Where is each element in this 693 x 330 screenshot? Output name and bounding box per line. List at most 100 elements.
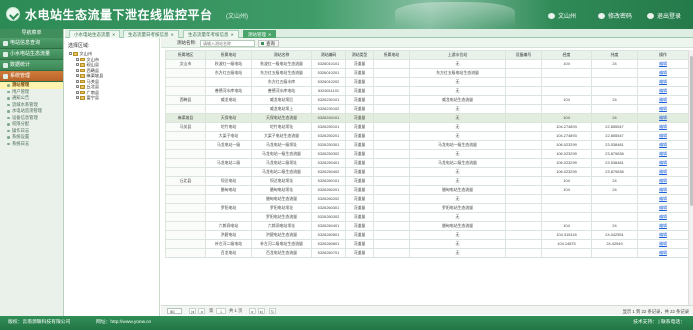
edit-link[interactable]: 编辑 xyxy=(637,149,689,159)
table-cell: 104 xyxy=(541,95,592,105)
table-row[interactable]: 腊甸电站 腊甸电站坝址 5326260201 河道量 腊甸电站生态流量 104 24 编辑 xyxy=(165,185,689,195)
user-icon xyxy=(548,13,555,19)
page-number-input[interactable]: 1 xyxy=(216,307,226,314)
edit-link[interactable]: 编辑 xyxy=(637,167,689,177)
search-button[interactable]: 查询 xyxy=(258,39,279,47)
edit-link[interactable]: 编辑 xyxy=(637,131,689,141)
next-page-button[interactable]: ▸ xyxy=(249,307,256,314)
table-row[interactable]: 西畴县 威龙电站 威龙电站坝后 5326230101 河道量 威龙电站生态流量 104 24 编… xyxy=(165,95,689,105)
tab-station-manage[interactable]: 测站管理 ✕ xyxy=(243,30,277,38)
sidebar-item-system-log[interactable]: 系统日志 xyxy=(0,141,63,148)
user-link[interactable]: 文山州 xyxy=(548,11,576,20)
sidebar-heading: 导航菜单 xyxy=(0,29,63,38)
edit-link[interactable]: 编辑 xyxy=(637,248,689,258)
refresh-button[interactable]: ↻ xyxy=(269,307,276,314)
edit-link[interactable]: 编辑 xyxy=(637,59,689,69)
table-cell: 河道量 xyxy=(345,176,374,186)
table-row[interactable]: 六郎洞电站 六郎洞电站坝址 5326260401 河道量 腊甸电站生态流量 104 24 编辑 xyxy=(165,221,689,231)
expand-icon[interactable]: + xyxy=(76,63,79,67)
table-row[interactable]: 麻栗坡县 天保电站 天保电站生态流量 5326240101 河道量 无 104 24 编辑 xyxy=(165,113,689,123)
folder-icon xyxy=(80,79,85,83)
table-row[interactable]: 马关县 坨竹电站 坨竹电站坝址 5326250101 河道量 无 104.274893 22.… xyxy=(165,122,689,132)
table-row[interactable]: 文山市 秋波红一级电站 秋波红一级电站生态流量 5326010101 河道量 无 104 24… xyxy=(165,59,689,69)
edit-link[interactable]: 编辑 xyxy=(637,86,689,96)
logout-link[interactable]: 退出登录 xyxy=(647,11,681,20)
close-icon[interactable]: ✕ xyxy=(268,32,271,37)
table-row[interactable]: 丘北县 坝达电站 坝达电站坝址 5326260101 河道量 无 104 24 编辑 xyxy=(165,176,689,186)
table-cell: 腊甸电站坝址 xyxy=(251,185,312,195)
table-row[interactable]: 东方红五级电站 东方红五级电站生态流量 5326010201 河道量 东方红五级电站生态… xyxy=(165,68,689,78)
tab-annual-assessment[interactable]: 生态流量年考核信息 ✕ xyxy=(183,30,239,38)
table-row[interactable]: 洪碧电站 洪碧电站生态流量 5326260501 河道量 无 104.315118 24.0… xyxy=(165,230,689,240)
change-password-link[interactable]: 修改密码 xyxy=(598,11,632,20)
sidebar-section-eco-flow[interactable]: 小水电站生态流量 xyxy=(0,49,63,60)
page-size-select[interactable]: 50 xyxy=(167,307,182,314)
tab-eco-flow[interactable]: 小水电站生态流量 ✕ xyxy=(69,30,121,38)
edit-link[interactable]: 编辑 xyxy=(637,203,689,213)
last-page-button[interactable]: ▸| xyxy=(258,307,265,314)
edit-link[interactable]: 编辑 xyxy=(637,122,689,132)
station-name-input[interactable] xyxy=(200,39,255,47)
edit-link[interactable]: 编辑 xyxy=(637,212,689,222)
table-row[interactable]: 罗阳电站 罗阳电站坝址 5326260301 河道量 罗阳电站生态流量 编辑 xyxy=(165,203,689,213)
table-row[interactable]: 马龙电站一级 马龙电站一级坝址 5326250301 河道量 马龙电站一级生态流量 106… xyxy=(165,140,689,150)
edit-link[interactable]: 编辑 xyxy=(637,239,689,249)
expand-icon[interactable]: + xyxy=(76,68,79,72)
table-row[interactable]: 百龙电站 百龙电站生态流量 5326260701 河道量 无 编辑 xyxy=(165,248,689,258)
sidebar-section-statistics[interactable]: 数据统计 xyxy=(0,60,63,71)
expand-icon[interactable]: + xyxy=(76,57,79,61)
edit-link[interactable]: 编辑 xyxy=(637,104,689,114)
table-row[interactable]: 大梁子电站 大梁子电站生态流量 5326250201 河道量 无 104.274893 22… xyxy=(165,131,689,141)
sidebar-section-system[interactable]: 系统管理 xyxy=(0,71,63,82)
expand-icon[interactable]: + xyxy=(76,79,79,83)
table-cell xyxy=(505,248,542,258)
table-row[interactable]: 东方红五级水库 5326010202 河道量 无 编辑 xyxy=(165,77,689,87)
edit-link[interactable]: 编辑 xyxy=(637,68,689,78)
table-cell xyxy=(373,113,410,123)
table-cell xyxy=(373,122,410,132)
table-cell: 罗阳电站坝址 xyxy=(251,203,312,213)
edit-link[interactable]: 编辑 xyxy=(637,95,689,105)
table-row[interactable]: 马龙电站一级生态流量 5326250302 河道量 无 106.023299 23.879… xyxy=(165,149,689,159)
table-cell: 5326260101 xyxy=(311,176,346,186)
table-cell: 5326250402 xyxy=(311,167,346,177)
table-row[interactable]: 威龙电站坝上 5326230102 河道量 无 编辑 xyxy=(165,104,689,114)
edit-link[interactable]: 编辑 xyxy=(637,230,689,240)
edit-link[interactable]: 编辑 xyxy=(637,77,689,87)
table-row[interactable]: 腊甸电站生态流量 5326260202 河道量 无 编辑 xyxy=(165,194,689,204)
table-row[interactable]: 马龙电站二级生态流量 5326250402 河道量 无 106.023299 23.879… xyxy=(165,167,689,177)
expand-icon[interactable]: + xyxy=(76,90,79,94)
table-cell xyxy=(541,194,592,204)
vertical-scrollbar[interactable] xyxy=(688,50,693,306)
edit-link[interactable]: 编辑 xyxy=(637,176,689,186)
table-cell xyxy=(205,194,252,204)
edit-link[interactable]: 编辑 xyxy=(637,221,689,231)
sidebar-section-station-query[interactable]: 电站信息查询 xyxy=(0,38,63,49)
close-icon[interactable]: ✕ xyxy=(231,32,234,37)
table-cell xyxy=(165,239,206,249)
edit-link[interactable]: 编辑 xyxy=(637,140,689,150)
table-row[interactable]: 罗阳电站生态流量 5326260302 河道量 无 编辑 xyxy=(165,212,689,222)
expand-icon[interactable]: + xyxy=(76,85,79,89)
table-cell: 腊甸电站生态流量 xyxy=(251,194,312,204)
table-cell: 河道量 xyxy=(345,149,374,159)
edit-link[interactable]: 编辑 xyxy=(637,113,689,123)
table-row[interactable]: 善德河水库电站 善德河水库电站 5326011101 河道量无编辑 xyxy=(165,86,689,96)
table-cell: 5326260701 xyxy=(311,248,346,258)
edit-link[interactable]: 编辑 xyxy=(637,158,689,168)
edit-link[interactable]: 编辑 xyxy=(637,185,689,195)
close-icon[interactable]: ✕ xyxy=(112,32,115,37)
table-cell: 东方红五级水库 xyxy=(251,77,312,87)
edit-link[interactable]: 编辑 xyxy=(637,194,689,204)
close-icon[interactable]: ✕ xyxy=(171,32,174,37)
tree-node[interactable]: + 富宁县 xyxy=(76,95,159,101)
scrollbar-thumb[interactable] xyxy=(689,56,693,206)
prev-page-button[interactable]: ◂ xyxy=(198,307,205,314)
expand-icon[interactable]: + xyxy=(76,74,79,78)
table-row[interactable]: 马龙电站二级 马龙电站二级坝址 5326250401 河道量 马龙电站二级生态流量 106… xyxy=(165,158,689,168)
first-page-button[interactable]: |◂ xyxy=(189,307,196,314)
collapse-icon[interactable]: − xyxy=(69,52,72,56)
tab-daily-assessment[interactable]: 生态流量日考核信息 ✕ xyxy=(123,30,179,38)
table-row[interactable]: 补左河二级电站 补左河二级电站生态流量 5326260601 河道量 无 104.1487… xyxy=(165,239,689,249)
expand-icon[interactable]: + xyxy=(76,96,79,100)
